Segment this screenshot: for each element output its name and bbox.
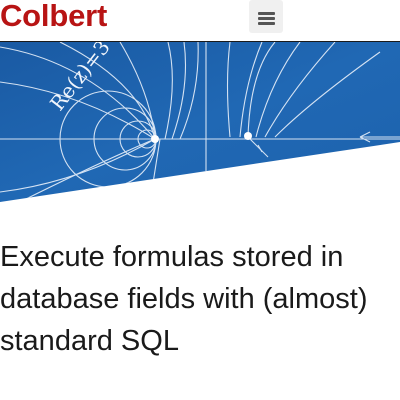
brand-logo[interactable]: Colbert bbox=[0, 0, 107, 35]
smith-chart-illustration: Re(z)=3 bbox=[0, 42, 400, 202]
menu-toggle-button[interactable] bbox=[249, 0, 283, 33]
page: Colbert Re(z)=3 Execute formulas stored … bbox=[0, 0, 400, 400]
site-header: Colbert bbox=[0, 0, 400, 41]
hamburger-menu-icon-line bbox=[258, 17, 275, 20]
page-headline: Execute formulas stored in database fiel… bbox=[0, 241, 368, 357]
hamburger-menu-icon bbox=[258, 12, 275, 15]
hero-banner: Re(z)=3 bbox=[0, 42, 400, 202]
hamburger-menu-icon-line bbox=[258, 22, 275, 25]
